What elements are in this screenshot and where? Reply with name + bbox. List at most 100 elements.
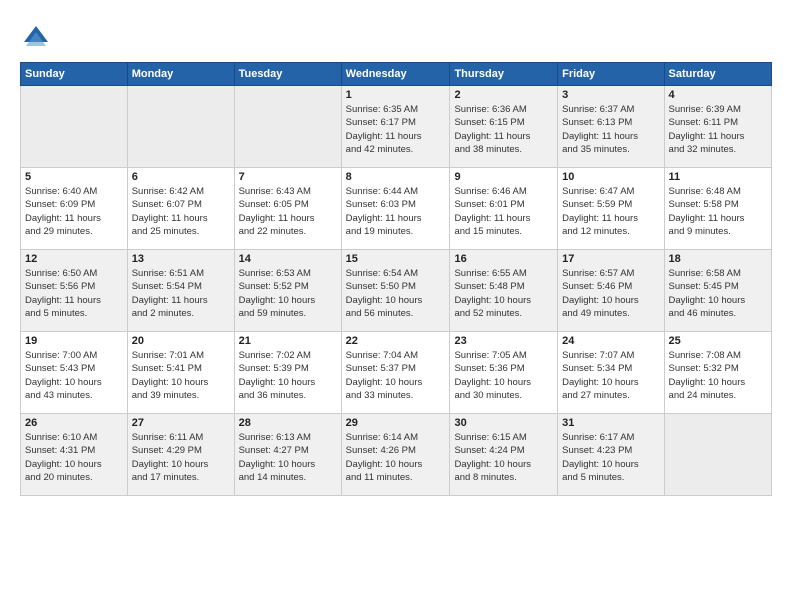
- day-number: 6: [132, 171, 230, 183]
- page: SundayMondayTuesdayWednesdayThursdayFrid…: [0, 0, 792, 612]
- calendar-cell: 11 Sunrise: 6:48 AMSunset: 5:58 PMDayligh…: [664, 168, 771, 250]
- calendar-cell: 26Sunrise: 6:10 AMSunset: 4:31 PMDayligh…: [21, 414, 128, 496]
- day-number: 25: [669, 335, 767, 347]
- day-number: 15: [346, 253, 446, 265]
- day-number: 13: [132, 253, 230, 265]
- weekday-header-sunday: Sunday: [21, 63, 128, 86]
- day-number: 14: [239, 253, 337, 265]
- day-number: 20: [132, 335, 230, 347]
- day-number: 31: [562, 417, 659, 429]
- day-number: 5: [25, 171, 123, 183]
- calendar-cell: [21, 86, 128, 168]
- day-number: 11: [669, 171, 767, 183]
- calendar-cell: 9 Sunrise: 6:46 AMSunset: 6:01 PMDaylight…: [450, 168, 558, 250]
- day-info: Sunrise: 6:37 AMSunset: 6:13 PMDaylight:…: [562, 103, 659, 156]
- calendar-week-5: 26Sunrise: 6:10 AMSunset: 4:31 PMDayligh…: [21, 414, 772, 496]
- day-info: Sunrise: 6:48 AMSunset: 5:58 PMDaylight:…: [669, 185, 767, 238]
- day-info: Sunrise: 6:15 AMSunset: 4:24 PMDaylight:…: [454, 431, 553, 484]
- day-number: 30: [454, 417, 553, 429]
- weekday-header-thursday: Thursday: [450, 63, 558, 86]
- day-number: 24: [562, 335, 659, 347]
- calendar-cell: 13 Sunrise: 6:51 AMSunset: 5:54 PMDayligh…: [127, 250, 234, 332]
- calendar-cell: 27Sunrise: 6:11 AMSunset: 4:29 PMDayligh…: [127, 414, 234, 496]
- day-number: 19: [25, 335, 123, 347]
- weekday-header-wednesday: Wednesday: [341, 63, 450, 86]
- calendar-cell: 31 Sunrise: 6:17 AMSunset: 4:23 PMDayligh…: [558, 414, 664, 496]
- day-number: 18: [669, 253, 767, 265]
- day-number: 7: [239, 171, 337, 183]
- day-info: Sunrise: 6:58 AMSunset: 5:45 PMDaylight:…: [669, 267, 767, 320]
- day-number: 16: [454, 253, 553, 265]
- day-number: 28: [239, 417, 337, 429]
- calendar-cell: 30 Sunrise: 6:15 AMSunset: 4:24 PMDayligh…: [450, 414, 558, 496]
- day-info: Sunrise: 6:44 AMSunset: 6:03 PMDaylight:…: [346, 185, 446, 238]
- calendar-cell: [127, 86, 234, 168]
- calendar-cell: 20 Sunrise: 7:01 AMSunset: 5:41 PMDayligh…: [127, 332, 234, 414]
- day-info: Sunrise: 6:47 AMSunset: 5:59 PMDaylight:…: [562, 185, 659, 238]
- calendar-cell: 10 Sunrise: 6:47 AMSunset: 5:59 PMDayligh…: [558, 168, 664, 250]
- calendar-week-3: 12 Sunrise: 6:50 AMSunset: 5:56 PMDayligh…: [21, 250, 772, 332]
- day-number: 26: [25, 417, 123, 429]
- calendar-table: SundayMondayTuesdayWednesdayThursdayFrid…: [20, 62, 772, 496]
- calendar-cell: 28 Sunrise: 6:13 AMSunset: 4:27 PMDayligh…: [234, 414, 341, 496]
- calendar-cell: 21 Sunrise: 7:02 AMSunset: 5:39 PMDayligh…: [234, 332, 341, 414]
- weekday-header-saturday: Saturday: [664, 63, 771, 86]
- weekday-header-friday: Friday: [558, 63, 664, 86]
- day-number: 22: [346, 335, 446, 347]
- day-info: Sunrise: 7:08 AMSunset: 5:32 PMDaylight:…: [669, 349, 767, 402]
- calendar-cell: 1 Sunrise: 6:35 AMSunset: 6:17 PMDaylight…: [341, 86, 450, 168]
- day-info: Sunrise: 6:57 AMSunset: 5:46 PMDaylight:…: [562, 267, 659, 320]
- day-info: Sunrise: 6:43 AMSunset: 6:05 PMDaylight:…: [239, 185, 337, 238]
- day-info: Sunrise: 6:53 AMSunset: 5:52 PMDaylight:…: [239, 267, 337, 320]
- calendar-cell: 19 Sunrise: 7:00 AMSunset: 5:43 PMDayligh…: [21, 332, 128, 414]
- day-info: Sunrise: 6:35 AMSunset: 6:17 PMDaylight:…: [346, 103, 446, 156]
- day-number: 1: [346, 89, 446, 101]
- logo-icon: [20, 22, 52, 54]
- day-info: Sunrise: 7:05 AMSunset: 5:36 PMDaylight:…: [454, 349, 553, 402]
- calendar-cell: 5 Sunrise: 6:40 AMSunset: 6:09 PMDaylight…: [21, 168, 128, 250]
- calendar-cell: 16 Sunrise: 6:55 AMSunset: 5:48 PMDayligh…: [450, 250, 558, 332]
- day-info: Sunrise: 6:13 AMSunset: 4:27 PMDaylight:…: [239, 431, 337, 484]
- calendar-cell: 2 Sunrise: 6:36 AMSunset: 6:15 PMDaylight…: [450, 86, 558, 168]
- day-info: Sunrise: 6:46 AMSunset: 6:01 PMDaylight:…: [454, 185, 553, 238]
- weekday-header-tuesday: Tuesday: [234, 63, 341, 86]
- day-info: Sunrise: 7:04 AMSunset: 5:37 PMDaylight:…: [346, 349, 446, 402]
- day-info: Sunrise: 6:54 AMSunset: 5:50 PMDaylight:…: [346, 267, 446, 320]
- day-number: 21: [239, 335, 337, 347]
- day-number: 8: [346, 171, 446, 183]
- day-info: Sunrise: 6:51 AMSunset: 5:54 PMDaylight:…: [132, 267, 230, 320]
- weekday-header-row: SundayMondayTuesdayWednesdayThursdayFrid…: [21, 63, 772, 86]
- day-number: 27: [132, 417, 230, 429]
- day-info: Sunrise: 6:55 AMSunset: 5:48 PMDaylight:…: [454, 267, 553, 320]
- calendar-cell: 6 Sunrise: 6:42 AMSunset: 6:07 PMDaylight…: [127, 168, 234, 250]
- day-info: Sunrise: 7:00 AMSunset: 5:43 PMDaylight:…: [25, 349, 123, 402]
- weekday-header-monday: Monday: [127, 63, 234, 86]
- calendar-week-4: 19 Sunrise: 7:00 AMSunset: 5:43 PMDayligh…: [21, 332, 772, 414]
- day-number: 10: [562, 171, 659, 183]
- calendar-cell: 12 Sunrise: 6:50 AMSunset: 5:56 PMDayligh…: [21, 250, 128, 332]
- day-number: 9: [454, 171, 553, 183]
- day-info: Sunrise: 6:17 AMSunset: 4:23 PMDaylight:…: [562, 431, 659, 484]
- day-info: Sunrise: 7:02 AMSunset: 5:39 PMDaylight:…: [239, 349, 337, 402]
- day-number: 12: [25, 253, 123, 265]
- day-info: Sunrise: 6:36 AMSunset: 6:15 PMDaylight:…: [454, 103, 553, 156]
- day-info: Sunrise: 6:40 AMSunset: 6:09 PMDaylight:…: [25, 185, 123, 238]
- calendar-cell: 7 Sunrise: 6:43 AMSunset: 6:05 PMDaylight…: [234, 168, 341, 250]
- day-number: 2: [454, 89, 553, 101]
- day-info: Sunrise: 7:07 AMSunset: 5:34 PMDaylight:…: [562, 349, 659, 402]
- calendar-cell: 15 Sunrise: 6:54 AMSunset: 5:50 PMDayligh…: [341, 250, 450, 332]
- calendar-cell: 14 Sunrise: 6:53 AMSunset: 5:52 PMDayligh…: [234, 250, 341, 332]
- day-number: 17: [562, 253, 659, 265]
- calendar-cell: 23Sunrise: 7:05 AMSunset: 5:36 PMDayligh…: [450, 332, 558, 414]
- day-number: 29: [346, 417, 446, 429]
- calendar-cell: [664, 414, 771, 496]
- calendar-week-2: 5 Sunrise: 6:40 AMSunset: 6:09 PMDaylight…: [21, 168, 772, 250]
- calendar-cell: 18 Sunrise: 6:58 AMSunset: 5:45 PMDayligh…: [664, 250, 771, 332]
- day-info: Sunrise: 6:50 AMSunset: 5:56 PMDaylight:…: [25, 267, 123, 320]
- calendar-cell: [234, 86, 341, 168]
- calendar-cell: 8 Sunrise: 6:44 AMSunset: 6:03 PMDaylight…: [341, 168, 450, 250]
- day-info: Sunrise: 6:14 AMSunset: 4:26 PMDaylight:…: [346, 431, 446, 484]
- day-info: Sunrise: 7:01 AMSunset: 5:41 PMDaylight:…: [132, 349, 230, 402]
- calendar-cell: 4Sunrise: 6:39 AMSunset: 6:11 PMDaylight…: [664, 86, 771, 168]
- day-info: Sunrise: 6:42 AMSunset: 6:07 PMDaylight:…: [132, 185, 230, 238]
